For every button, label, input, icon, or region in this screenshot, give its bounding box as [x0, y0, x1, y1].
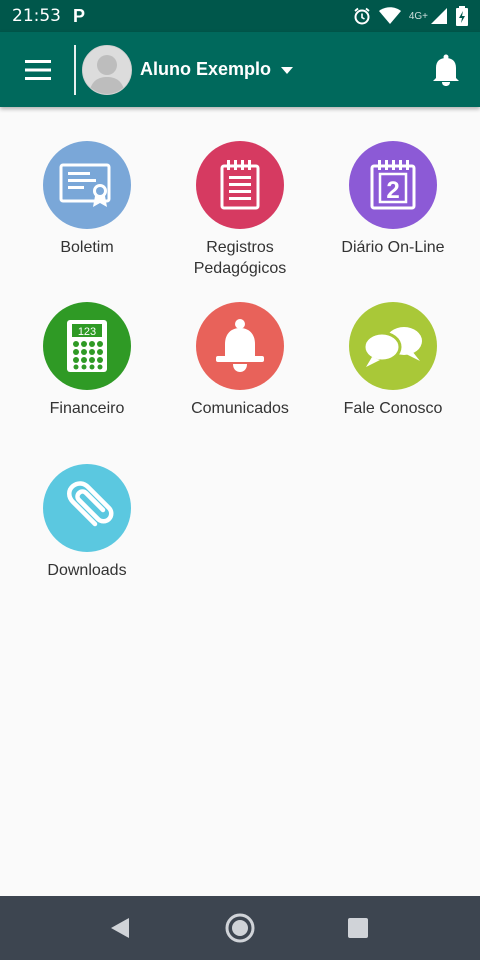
back-icon	[111, 918, 129, 938]
tile-registros-pedagogicos[interactable]: Registros Pedagógicos	[165, 141, 315, 279]
signal-icon	[431, 8, 447, 24]
tile-fale-conosco-circle[interactable]	[349, 302, 437, 390]
tile-diario-label: Diário On-Line	[341, 239, 445, 256]
menu-button[interactable]	[8, 32, 68, 107]
status-bar: 21:53 P 4G+	[0, 0, 480, 32]
status-icons: 4G+	[353, 6, 468, 26]
home-button[interactable]	[224, 912, 256, 944]
tile-downloads-circle[interactable]	[43, 464, 131, 552]
tile-financeiro-circle[interactable]: 123	[43, 302, 131, 390]
calendar-icon: 2	[370, 160, 416, 210]
user-silhouette-icon	[83, 45, 131, 94]
tile-comunicados-circle[interactable]	[196, 302, 284, 390]
appbar-divider	[74, 44, 76, 95]
tile-diario-circle[interactable]: 2	[349, 141, 437, 229]
certificate-icon	[59, 163, 111, 207]
bell-icon	[433, 54, 459, 86]
tile-financeiro[interactable]: 123 Financeiro	[12, 302, 162, 419]
tile-boletim[interactable]: Boletim	[12, 141, 162, 258]
tile-fale-conosco-label: Fale Conosco	[343, 400, 443, 417]
status-time: 21:53	[12, 6, 61, 26]
tile-boletim-label: Boletim	[60, 239, 114, 256]
chat-icon	[362, 327, 422, 367]
avatar[interactable]	[82, 44, 132, 95]
tile-boletim-circle[interactable]	[43, 141, 131, 229]
recents-icon	[348, 918, 368, 938]
notifications-button[interactable]	[428, 50, 464, 90]
back-button[interactable]	[104, 912, 136, 944]
battery-icon	[456, 6, 468, 26]
calculator-display: 123	[78, 326, 96, 338]
user-name[interactable]: Aluno Exemplo	[140, 59, 271, 80]
tile-comunicados[interactable]: Comunicados	[165, 302, 315, 419]
recents-button[interactable]	[342, 912, 374, 944]
tile-comunicados-label: Comunicados	[191, 400, 289, 417]
tile-registros-label: Registros Pedagógicos	[193, 239, 287, 277]
calculator-icon: 123	[67, 320, 107, 372]
alarm-icon	[354, 7, 370, 25]
paperclip-icon	[67, 481, 114, 527]
home-icon	[225, 913, 255, 943]
parking-app-icon: P	[73, 5, 86, 26]
wifi-icon	[378, 7, 401, 24]
bell-icon	[216, 319, 264, 372]
app-bar: Aluno Exemplo	[0, 32, 480, 107]
tile-fale-conosco[interactable]: Fale Conosco	[318, 302, 468, 419]
tile-downloads-label: Downloads	[47, 562, 127, 579]
network-type: 4G+	[408, 10, 428, 22]
hamburger-icon	[25, 59, 51, 80]
system-nav-bar	[0, 896, 480, 960]
tile-registros-circle[interactable]	[196, 141, 284, 229]
tile-downloads[interactable]: Downloads	[12, 464, 162, 581]
calendar-day: 2	[386, 177, 399, 204]
notepad-icon	[220, 160, 260, 210]
caret-down-icon[interactable]	[281, 66, 294, 75]
tile-diario-online[interactable]: 2 Diário On-Line	[318, 141, 468, 258]
tile-financeiro-label: Financeiro	[49, 400, 125, 417]
